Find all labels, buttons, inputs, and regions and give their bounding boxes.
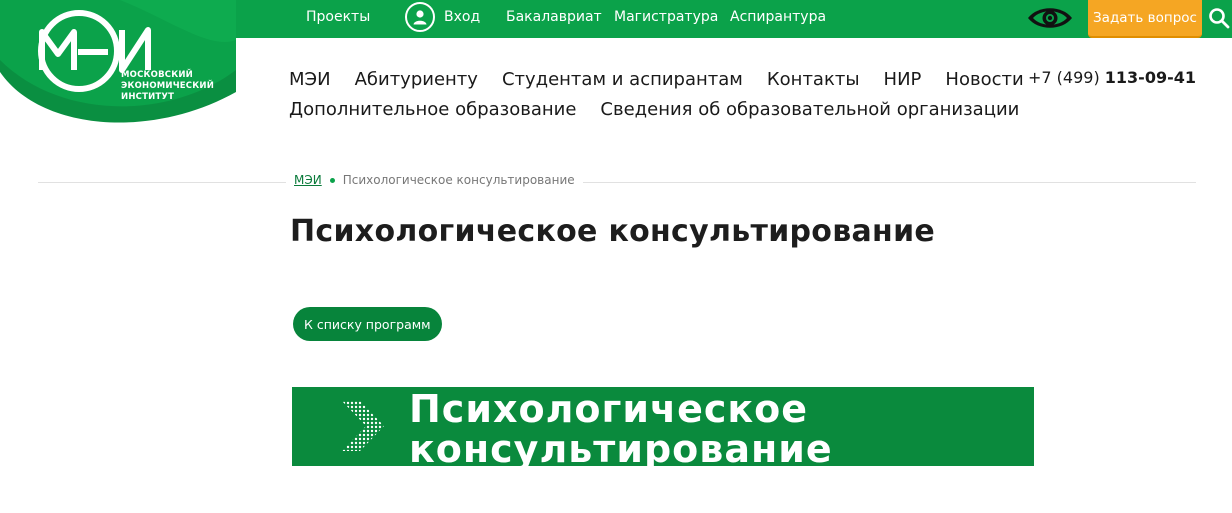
site-logo[interactable]: МОСКОВСКИЙ ЭКОНОМИЧЕСКИЙ ИНСТИТУТ	[0, 0, 236, 128]
main-nav-row-2: Дополнительное образование Сведения об о…	[289, 94, 1019, 124]
nav-item-news[interactable]: Новости	[945, 69, 1023, 90]
breadcrumb-current: Психологическое консультирование	[342, 173, 575, 187]
breadcrumb: МЭИ Психологическое консультирование	[286, 173, 583, 187]
nav-item-extra-education[interactable]: Дополнительное образование	[289, 99, 576, 120]
nav-item-students[interactable]: Студентам и аспирантам	[502, 69, 743, 90]
top-link-postgrad[interactable]: Аспирантура	[730, 9, 826, 25]
phone-number[interactable]: +7 (499) 113-09-41	[1028, 68, 1196, 87]
banner-line-1: Психологическое	[409, 387, 809, 431]
main-nav-row-1: МЭИ Абитуриенту Студентам и аспирантам К…	[289, 64, 1024, 94]
phone-prefix: +7 (499)	[1027, 68, 1100, 87]
login-label[interactable]: Вход	[444, 9, 480, 25]
page-title: Психологическое консультирование	[290, 214, 936, 249]
banner-text: Психологическое консультирование	[409, 389, 833, 466]
top-link-bachelor[interactable]: Бакалавриат	[506, 9, 602, 25]
chevron-right-icon	[342, 401, 384, 451]
program-banner: Психологическое консультирование	[292, 387, 1034, 466]
breadcrumb-home-link[interactable]: МЭИ	[294, 173, 322, 187]
phone-main: 113-09-41	[1104, 68, 1196, 87]
nav-item-org-info[interactable]: Сведения об образовательной организации	[600, 99, 1019, 120]
top-link-projects[interactable]: Проекты	[306, 9, 370, 25]
user-icon	[405, 2, 435, 32]
back-to-programs-button[interactable]: К списку программ	[293, 307, 442, 341]
logo-line-3: ИНСТИТУТ	[121, 92, 175, 102]
search-icon[interactable]	[1207, 6, 1231, 30]
nav-item-contacts[interactable]: Контакты	[767, 69, 860, 90]
logo-line-2: ЭКОНОМИЧЕСКИЙ	[121, 81, 215, 91]
logo-text: МОСКОВСКИЙ ЭКОНОМИЧЕСКИЙ ИНСТИТУТ	[121, 70, 214, 103]
nav-item-research[interactable]: НИР	[884, 69, 922, 90]
breadcrumb-separator	[329, 177, 335, 183]
ask-question-button[interactable]: Задать вопрос	[1088, 0, 1202, 38]
login-link[interactable]: Вход	[405, 2, 480, 32]
top-link-master[interactable]: Магистратура	[614, 9, 718, 25]
main-nav: МЭИ Абитуриенту Студентам и аспирантам К…	[289, 64, 1024, 124]
nav-item-mei[interactable]: МЭИ	[289, 69, 331, 90]
banner-line-2: консультирование	[409, 427, 833, 466]
logo-line-1: МОСКОВСКИЙ	[121, 70, 193, 80]
nav-item-applicants[interactable]: Абитуриенту	[355, 69, 478, 90]
breadcrumb-divider	[38, 182, 1196, 183]
eye-icon[interactable]	[1026, 4, 1074, 32]
